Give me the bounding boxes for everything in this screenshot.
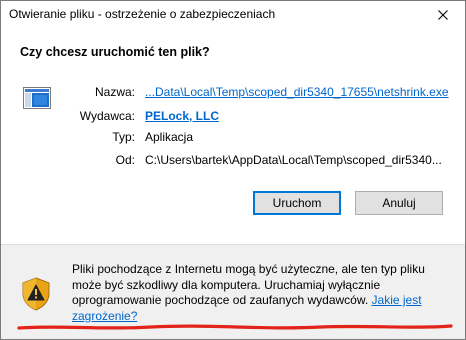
type-value: Aplikacja [145, 130, 194, 144]
file-name-link[interactable]: ...Data\Local\Temp\scoped_dir5340_17655\… [145, 85, 449, 99]
run-button[interactable]: Uruchom [253, 191, 341, 215]
warning-shield-icon [22, 277, 50, 311]
warning-text: Pliki pochodzące z Internetu mogą być uż… [72, 262, 452, 324]
from-label: Od: [115, 153, 135, 167]
cancel-button[interactable]: Anuluj [355, 191, 443, 215]
dialog-question: Czy chcesz uruchomić ten plik? [20, 45, 210, 59]
close-button[interactable] [421, 1, 465, 29]
type-label: Typ: [112, 130, 135, 144]
security-warning-dialog: Otwieranie pliku - ostrzeżenie o zabezpi… [0, 0, 466, 340]
close-icon [438, 10, 448, 20]
publisher-label: Wydawca: [79, 109, 135, 123]
from-value: C:\Users\bartek\AppData\Local\Temp\scope… [145, 153, 442, 167]
title-bar: Otwieranie pliku - ostrzeżenie o zabezpi… [1, 1, 465, 29]
window-title: Otwieranie pliku - ostrzeżenie o zabezpi… [9, 7, 276, 21]
name-label: Nazwa: [94, 85, 135, 99]
publisher-link[interactable]: PELock, LLC [145, 109, 219, 123]
